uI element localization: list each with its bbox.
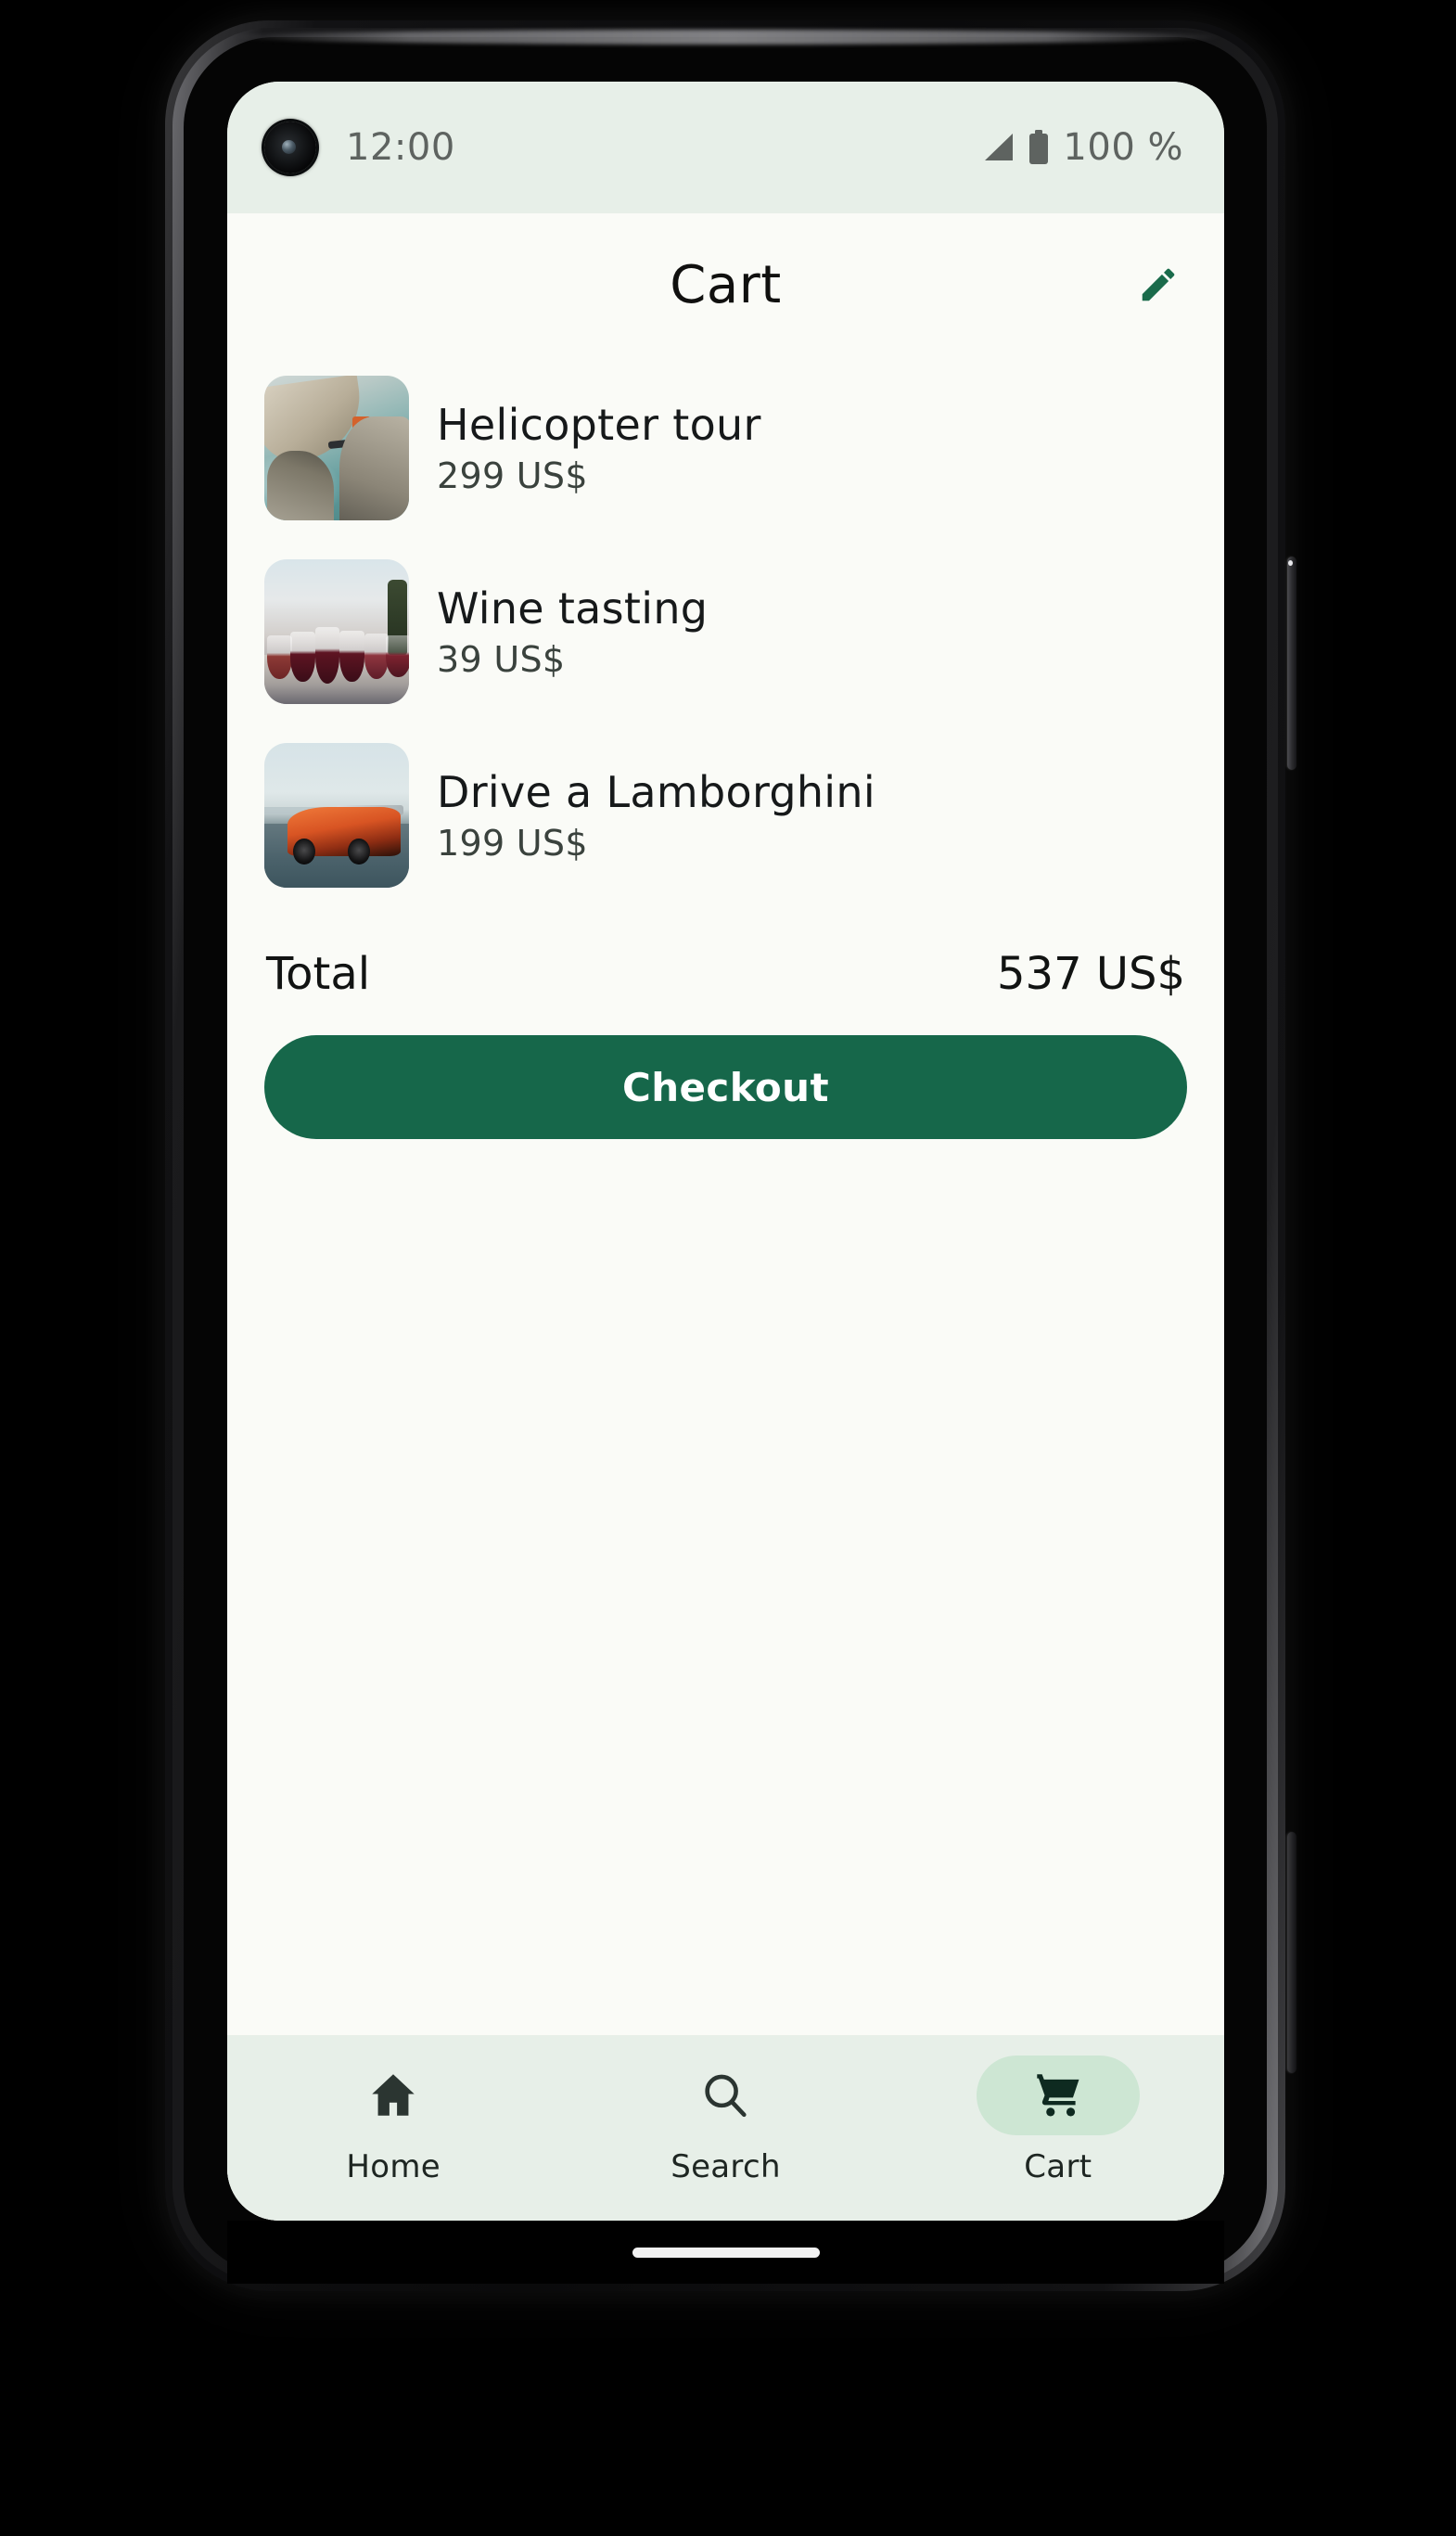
app-body: Cart Helicopter tour 299 US$ Wine tastin…	[227, 213, 1224, 2221]
status-bar: 12:00 100 %	[227, 82, 1224, 213]
cart-item-text: Drive a Lamborghini 199 US$	[437, 767, 875, 864]
cart-item-text: Helicopter tour 299 US$	[437, 400, 761, 496]
app-header: Cart	[227, 213, 1224, 356]
cart-items-list: Helicopter tour 299 US$ Wine tasting 39 …	[227, 356, 1224, 907]
nav-label-search: Search	[671, 2148, 781, 2185]
nav-pill-cart-active	[976, 2056, 1140, 2135]
pencil-edit-icon	[1142, 268, 1175, 301]
wine-glasses-photo	[264, 559, 409, 704]
cart-item-price: 299 US$	[437, 455, 588, 496]
cart-item-name: Wine tasting	[437, 583, 709, 634]
screenshot-root: 12:00 100 % Cart Helicopter tour 299 US$…	[0, 0, 1456, 2536]
nav-pill-home	[312, 2056, 475, 2135]
nav-item-cart[interactable]: Cart	[892, 2056, 1224, 2185]
rail-top-highlight	[232, 30, 1224, 45]
nav-pill-search	[644, 2056, 807, 2135]
checkout-button[interactable]: Checkout	[264, 1035, 1187, 1139]
search-icon	[705, 2074, 747, 2118]
status-bar-time: 12:00	[346, 126, 455, 169]
edit-cart-button[interactable]	[1124, 250, 1193, 319]
status-bar-indicators: 100 %	[983, 126, 1183, 169]
nav-label-home: Home	[346, 2148, 441, 2185]
battery-percent-label: 100 %	[1063, 126, 1183, 169]
battery-full-icon	[1029, 130, 1049, 164]
cart-item-drive-a-lamborghini[interactable]: Drive a Lamborghini 199 US$	[227, 724, 1224, 907]
power-button[interactable]	[1287, 557, 1296, 770]
cart-total-row: Total 537 US$	[227, 907, 1224, 1015]
nav-item-home[interactable]: Home	[227, 2056, 559, 2185]
bottom-navigation-bar: Home Search Cart	[227, 2035, 1224, 2221]
cart-item-name: Helicopter tour	[437, 400, 761, 450]
cart-item-helicopter-tour[interactable]: Helicopter tour 299 US$	[227, 356, 1224, 540]
gesture-navigation-area	[227, 2221, 1224, 2284]
total-value: 537 US$	[996, 948, 1185, 1000]
home-icon	[372, 2074, 415, 2116]
cart-item-wine-tasting[interactable]: Wine tasting 39 US$	[227, 540, 1224, 724]
page-title: Cart	[670, 254, 782, 315]
volume-rocker-button[interactable]	[1287, 1832, 1296, 2073]
phone-screen: 12:00 100 % Cart Helicopter tour 299 US$…	[227, 82, 1224, 2221]
empty-content-area	[227, 1139, 1224, 2035]
shopping-cart-icon	[1037, 2074, 1079, 2117]
cart-item-name: Drive a Lamborghini	[437, 767, 875, 817]
orange-lamborghini-photo	[264, 743, 409, 888]
helicopter-cockpit-photo	[264, 376, 409, 520]
cart-item-price: 39 US$	[437, 639, 566, 680]
nav-item-search[interactable]: Search	[559, 2056, 891, 2185]
checkout-button-wrapper: Checkout	[227, 1015, 1224, 1139]
cart-item-text: Wine tasting 39 US$	[437, 583, 708, 680]
front-camera-punch-hole-icon	[264, 122, 316, 173]
gesture-home-indicator[interactable]	[632, 2247, 820, 2258]
nav-label-cart: Cart	[1024, 2148, 1092, 2185]
cart-item-price: 199 US$	[437, 823, 588, 864]
signal-bars-icon	[985, 134, 1014, 160]
total-label: Total	[266, 948, 371, 1000]
